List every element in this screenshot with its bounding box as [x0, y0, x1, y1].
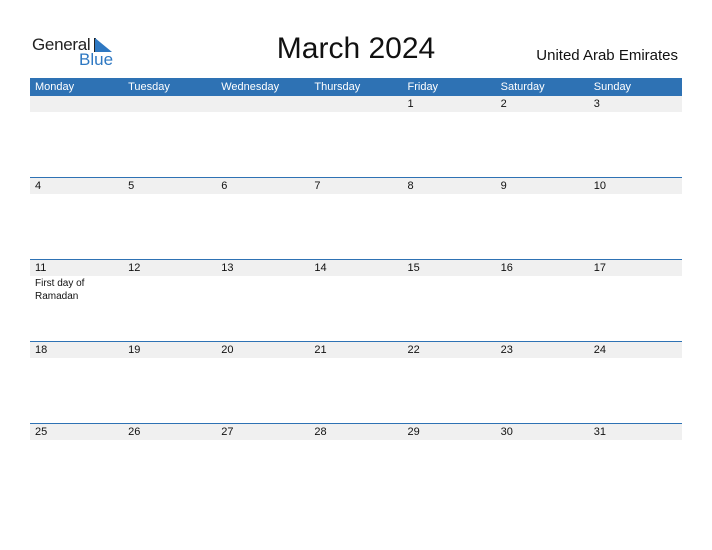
- day-cell: 20: [221, 344, 234, 356]
- day-cell: 24: [593, 344, 606, 356]
- weekday-label: Friday: [407, 81, 439, 93]
- day-cell: 31: [593, 426, 606, 438]
- day-cell: [30, 96, 123, 112]
- day-cell: 29: [407, 426, 420, 438]
- week-row: 25 26 27 28 29 30 31: [30, 423, 682, 505]
- day-cell: 21: [314, 344, 327, 356]
- calendar-grid: Monday Tuesday Wednesday Thursday Friday…: [30, 78, 682, 505]
- day-cell: 6: [221, 180, 228, 192]
- day-cell: 17: [593, 262, 606, 274]
- day-cell: 22: [407, 344, 420, 356]
- day-cell: 19: [128, 344, 141, 356]
- date-strip: 4 5 6 7 8 9 10: [30, 178, 682, 194]
- week-row: 18 19 20 21 22 23 24: [30, 341, 682, 423]
- day-cell: 23: [500, 344, 513, 356]
- day-cell: 13: [221, 262, 234, 274]
- date-strip: 11 12 13 14 15 16 17: [30, 260, 682, 276]
- day-cell: 14: [314, 262, 327, 274]
- day-cell: 15: [407, 262, 420, 274]
- week-row: 4 5 6 7 8 9 10: [30, 177, 682, 259]
- day-cell: 25: [35, 426, 48, 438]
- date-strip: 25 26 27 28 29 30 31: [30, 424, 682, 440]
- day-cell: 9: [500, 180, 507, 192]
- day-cell: 3: [593, 98, 600, 110]
- weekday-header: Monday Tuesday Wednesday Thursday Friday…: [30, 78, 682, 96]
- holiday-event: First day of Ramadan: [35, 278, 85, 302]
- country-label: United Arab Emirates: [536, 47, 678, 64]
- weekday-label: Saturday: [500, 81, 545, 93]
- weekday-label: Monday: [35, 81, 75, 93]
- date-strip: 1 2 3: [30, 96, 682, 112]
- date-strip: 18 19 20 21 22 23 24: [30, 342, 682, 358]
- day-cell: 11: [35, 262, 47, 274]
- day-cell: 12: [128, 262, 141, 274]
- day-cell: [216, 96, 309, 112]
- week-row: 11 12 13 14 15 16 17 First day of Ramadan: [30, 259, 682, 341]
- day-cell: [309, 96, 402, 112]
- day-cell: 4: [35, 180, 42, 192]
- day-cell: 30: [500, 426, 513, 438]
- day-cell: 8: [407, 180, 414, 192]
- weekday-label: Wednesday: [221, 81, 280, 93]
- day-cell: 16: [500, 262, 513, 274]
- weekday-label: Thursday: [314, 81, 361, 93]
- day-cell: 1: [407, 98, 414, 110]
- weekday-label: Sunday: [593, 81, 632, 93]
- day-cell: 2: [500, 98, 507, 110]
- day-cell: 28: [314, 426, 327, 438]
- day-cell: 10: [593, 180, 606, 192]
- weekday-label: Tuesday: [128, 81, 170, 93]
- day-cell: [123, 96, 216, 112]
- day-cell: 26: [128, 426, 141, 438]
- day-cell: 7: [314, 180, 321, 192]
- week-row: 1 2 3: [30, 96, 682, 177]
- day-cell: 18: [35, 344, 48, 356]
- day-cell: 5: [128, 180, 135, 192]
- day-cell: 27: [221, 426, 234, 438]
